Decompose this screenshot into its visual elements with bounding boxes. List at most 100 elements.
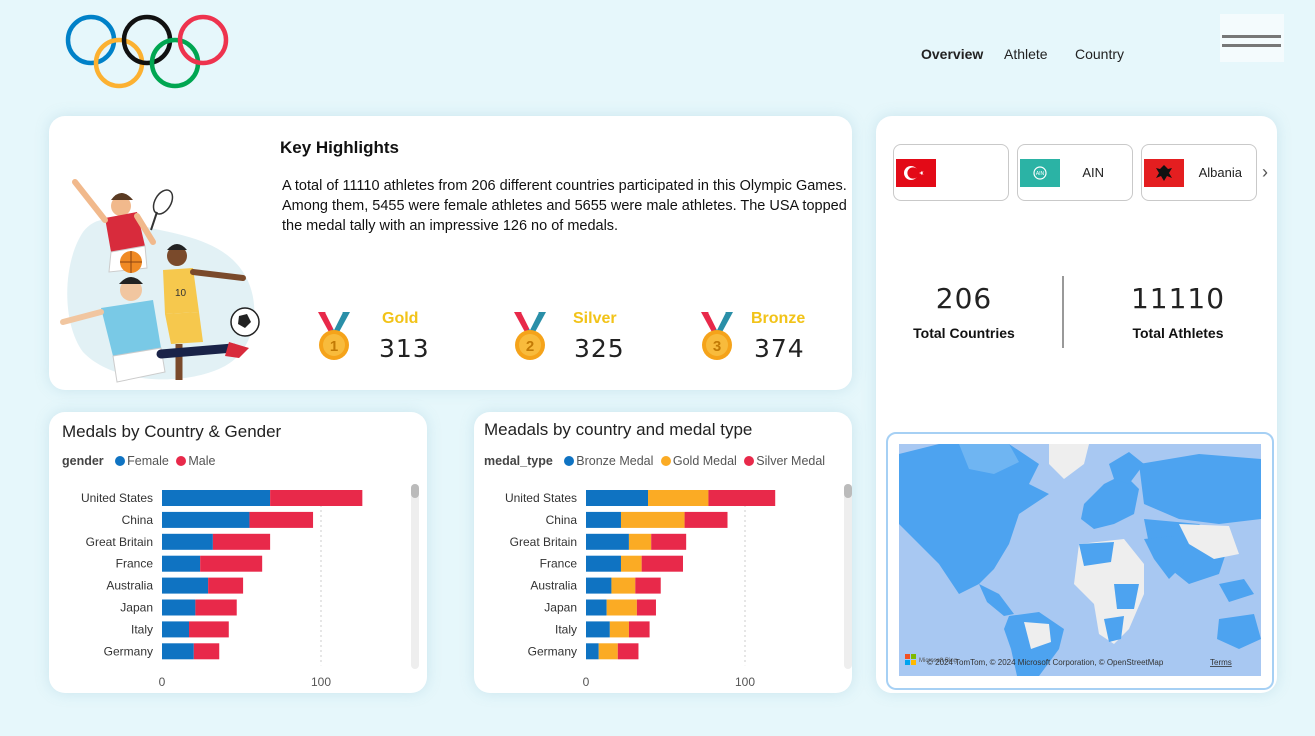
bar-male[interactable]: [270, 490, 363, 506]
legend-male[interactable]: Male: [188, 454, 215, 468]
bar-male[interactable]: [193, 643, 220, 660]
bar-bronze-medal[interactable]: [586, 555, 621, 572]
bar-gold-medal[interactable]: [628, 533, 652, 550]
bar-gold-medal[interactable]: [609, 621, 629, 638]
category-label: Australia: [530, 579, 577, 593]
total-countries-label: Total Countries: [913, 325, 1015, 341]
legend-silver[interactable]: Silver Medal: [756, 454, 825, 468]
bar-bronze-medal[interactable]: [586, 577, 612, 594]
bar-bronze-medal[interactable]: [586, 621, 610, 638]
bar-gold-medal[interactable]: [606, 599, 637, 616]
bar-gold-medal[interactable]: [620, 555, 642, 572]
category-label: Germany: [104, 644, 153, 658]
legend-bronze[interactable]: Bronze Medal: [576, 454, 653, 468]
bar-silver-medal[interactable]: [617, 643, 639, 660]
gold-medal-stat: 1 Gold 313: [312, 310, 442, 370]
key-highlights-card: 10 Key Highlights A total of 11110 athle…: [49, 116, 852, 390]
country-card-name: AIN: [1082, 165, 1104, 180]
map-terms-link[interactable]: Terms: [1210, 658, 1232, 667]
category-label: United States: [81, 491, 153, 505]
legend-swatch-gold: [660, 456, 671, 466]
bar-male[interactable]: [200, 555, 263, 572]
x-tick-label: 100: [311, 675, 331, 689]
svg-text:10: 10: [175, 288, 187, 299]
bar-female[interactable]: [162, 511, 250, 528]
bar-male[interactable]: [189, 621, 229, 638]
bar-gold-medal[interactable]: [620, 511, 685, 528]
kpi-divider: [1062, 276, 1064, 348]
bar-female[interactable]: [162, 533, 213, 550]
bar-silver-medal[interactable]: [628, 621, 650, 638]
gold-medal-number: 1: [330, 338, 338, 355]
category-label: Japan: [544, 601, 577, 615]
silver-value: 325: [574, 334, 625, 363]
country-card-ain[interactable]: AIN AIN: [1017, 144, 1133, 201]
bar-silver-medal[interactable]: [708, 490, 776, 506]
country-card-albania[interactable]: Albania: [1141, 144, 1257, 201]
legend-swatch-female: [115, 456, 126, 466]
legend-title: medal_type: [484, 454, 553, 468]
bar-silver-medal[interactable]: [636, 599, 656, 616]
chart-title: Meadals by country and medal type: [484, 420, 753, 439]
country-kpi-map-card: AIN AIN Albania › 206 Total Countries 11…: [876, 116, 1277, 693]
bar-gold-medal[interactable]: [648, 490, 709, 506]
bronze-medal-number: 3: [713, 338, 721, 355]
hamburger-menu-icon[interactable]: [1220, 14, 1284, 62]
nav-overview[interactable]: Overview: [921, 46, 983, 62]
country-card-turkey[interactable]: [893, 144, 1009, 201]
albania-flag-icon: [1144, 159, 1184, 187]
total-countries-value: 206: [935, 282, 993, 315]
world-map[interactable]: Microsoft Bing © 2024 TomTom, © 2024 Mic…: [899, 444, 1261, 676]
bar-female[interactable]: [162, 555, 201, 572]
total-athletes-value: 11110: [1130, 282, 1226, 315]
world-map-frame: Microsoft Bing © 2024 TomTom, © 2024 Mic…: [886, 432, 1274, 690]
bar-male[interactable]: [249, 511, 314, 528]
category-label: United States: [505, 491, 577, 505]
bar-silver-medal[interactable]: [635, 577, 661, 594]
bar-silver-medal[interactable]: [651, 533, 687, 550]
bar-female[interactable]: [162, 643, 194, 660]
bar-male[interactable]: [195, 599, 237, 616]
bar-gold-medal[interactable]: [598, 643, 618, 660]
chart-legend: medal_type Bronze Medal Gold Medal Silve…: [484, 454, 825, 468]
bar-bronze-medal[interactable]: [586, 533, 629, 550]
bar-silver-medal[interactable]: [641, 555, 683, 572]
bar-bronze-medal[interactable]: [586, 511, 621, 528]
ain-flag-icon: AIN: [1020, 159, 1060, 187]
bar-male[interactable]: [208, 577, 244, 594]
bar-female[interactable]: [162, 490, 271, 506]
gender-bar-chart: United States China Great Britain France Aus…: [81, 490, 363, 689]
bar-female[interactable]: [162, 577, 209, 594]
medals-by-gender-card: Medals by Country & Gender gender Female…: [49, 412, 427, 693]
bar-gold-medal[interactable]: [611, 577, 636, 594]
nav-athlete[interactable]: Athlete: [1004, 46, 1048, 62]
category-label: China: [546, 513, 578, 527]
bar-male[interactable]: [212, 533, 271, 550]
athletes-illustration: 10: [60, 179, 260, 383]
bar-bronze-medal[interactable]: [586, 490, 649, 506]
nav-country[interactable]: Country: [1075, 46, 1124, 62]
chevron-right-icon[interactable]: ›: [1262, 162, 1268, 183]
category-label: Japan: [120, 601, 153, 615]
silver-medal-icon: 2: [514, 311, 546, 360]
category-label: France: [540, 557, 578, 571]
total-athletes-label: Total Athletes: [1132, 325, 1224, 341]
map-attribution: © 2024 TomTom, © 2024 Microsoft Corporat…: [927, 658, 1164, 667]
bar-female[interactable]: [162, 621, 190, 638]
svg-text:AIN: AIN: [1036, 171, 1045, 177]
chart-scrollbar[interactable]: [844, 484, 852, 669]
bar-female[interactable]: [162, 599, 196, 616]
chart-scrollbar[interactable]: [411, 484, 419, 669]
legend-gold[interactable]: Gold Medal: [673, 454, 737, 468]
gold-label: Gold: [382, 310, 419, 327]
category-label: France: [116, 557, 154, 571]
bronze-medal-stat: 3 Bronze 374: [695, 310, 825, 370]
bar-bronze-medal[interactable]: [586, 599, 607, 616]
category-label: China: [122, 513, 154, 527]
bar-bronze-medal[interactable]: [586, 643, 599, 660]
category-label: Germany: [528, 644, 577, 658]
legend-title: gender: [62, 454, 104, 468]
olympic-rings-logo: [65, 14, 229, 89]
legend-female[interactable]: Female: [127, 454, 169, 468]
bar-silver-medal[interactable]: [684, 511, 728, 528]
